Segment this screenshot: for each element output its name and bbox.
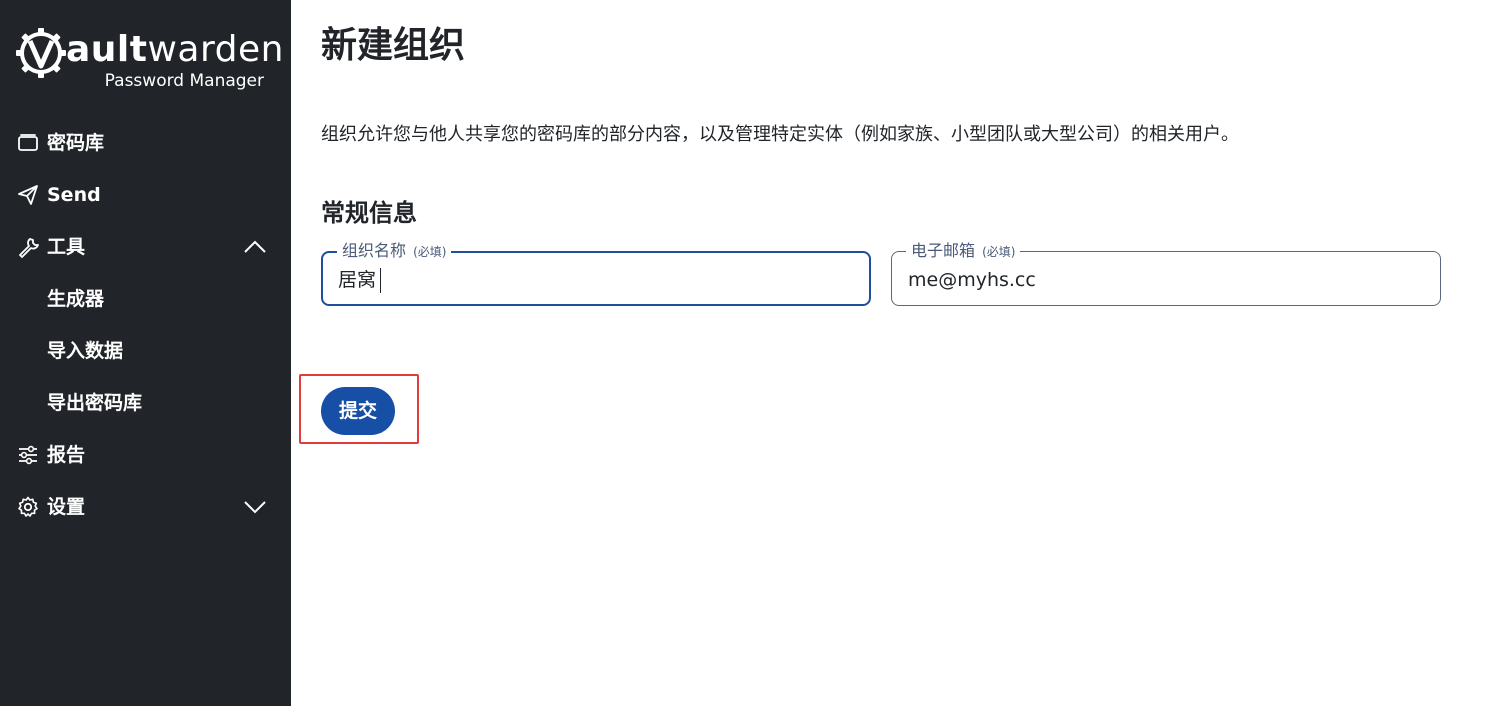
sidebar-item-label: 密码库 xyxy=(47,132,105,154)
sidebar-item-label: 生成器 xyxy=(47,288,105,310)
email-field[interactable]: 电子邮箱 (必填) xyxy=(891,241,1441,306)
sidebar-item-label: 导入数据 xyxy=(47,340,124,362)
sidebar-item-label: 报告 xyxy=(47,444,86,466)
sidebar: aultwarden Password Manager 密码库 Send 工具 xyxy=(0,0,291,706)
sidebar-item-generator[interactable]: 生成器 xyxy=(0,279,291,319)
sidebar-item-send[interactable]: Send xyxy=(0,175,291,215)
sidebar-item-label: Send xyxy=(47,184,101,206)
section-title-general: 常规信息 xyxy=(321,199,417,227)
vaultwarden-gear-icon xyxy=(16,28,66,78)
chevron-up-icon[interactable] xyxy=(243,237,267,257)
org-name-input[interactable] xyxy=(338,267,838,293)
sidebar-item-label: 设置 xyxy=(47,496,86,518)
send-icon xyxy=(18,185,38,205)
sidebar-item-label: 导出密码库 xyxy=(47,392,143,414)
chevron-down-icon[interactable] xyxy=(243,497,267,517)
sliders-icon xyxy=(19,445,37,465)
page-title: 新建组织 xyxy=(321,25,466,66)
email-input[interactable] xyxy=(908,267,1408,293)
org-name-field[interactable]: 组织名称 (必填) xyxy=(321,241,871,306)
vaultwarden-logo[interactable]: aultwarden Password Manager xyxy=(16,28,283,92)
gear-icon xyxy=(18,496,38,517)
logo-wordmark: aultwarden xyxy=(66,29,284,70)
sidebar-item-settings[interactable]: 设置 xyxy=(0,487,291,527)
sidebar-item-reports[interactable]: 报告 xyxy=(0,435,291,475)
sidebar-item-import[interactable]: 导入数据 xyxy=(0,331,291,371)
sidebar-item-label: 工具 xyxy=(47,236,86,258)
wrench-icon xyxy=(19,238,39,258)
page-description: 组织允许您与他人共享您的密码库的部分内容，以及管理特定实体（例如家族、小型团队或… xyxy=(321,124,1239,145)
text-caret xyxy=(380,268,381,293)
sidebar-item-vault[interactable]: 密码库 xyxy=(0,123,291,163)
submit-button[interactable]: 提交 xyxy=(321,387,395,435)
logo-subtitle: Password Manager xyxy=(104,71,264,91)
sidebar-item-tools[interactable]: 工具 xyxy=(0,227,291,267)
org-name-label: 组织名称 (必填) xyxy=(337,241,452,262)
sidebar-item-export[interactable]: 导出密码库 xyxy=(0,383,291,423)
app-window: aultwarden Password Manager 密码库 Send 工具 xyxy=(0,0,1491,706)
email-label: 电子邮箱 (必填) xyxy=(906,241,1021,262)
main-content: 新建组织 组织允许您与他人共享您的密码库的部分内容，以及管理特定实体（例如家族、… xyxy=(291,0,1491,706)
vault-icon xyxy=(18,134,38,151)
